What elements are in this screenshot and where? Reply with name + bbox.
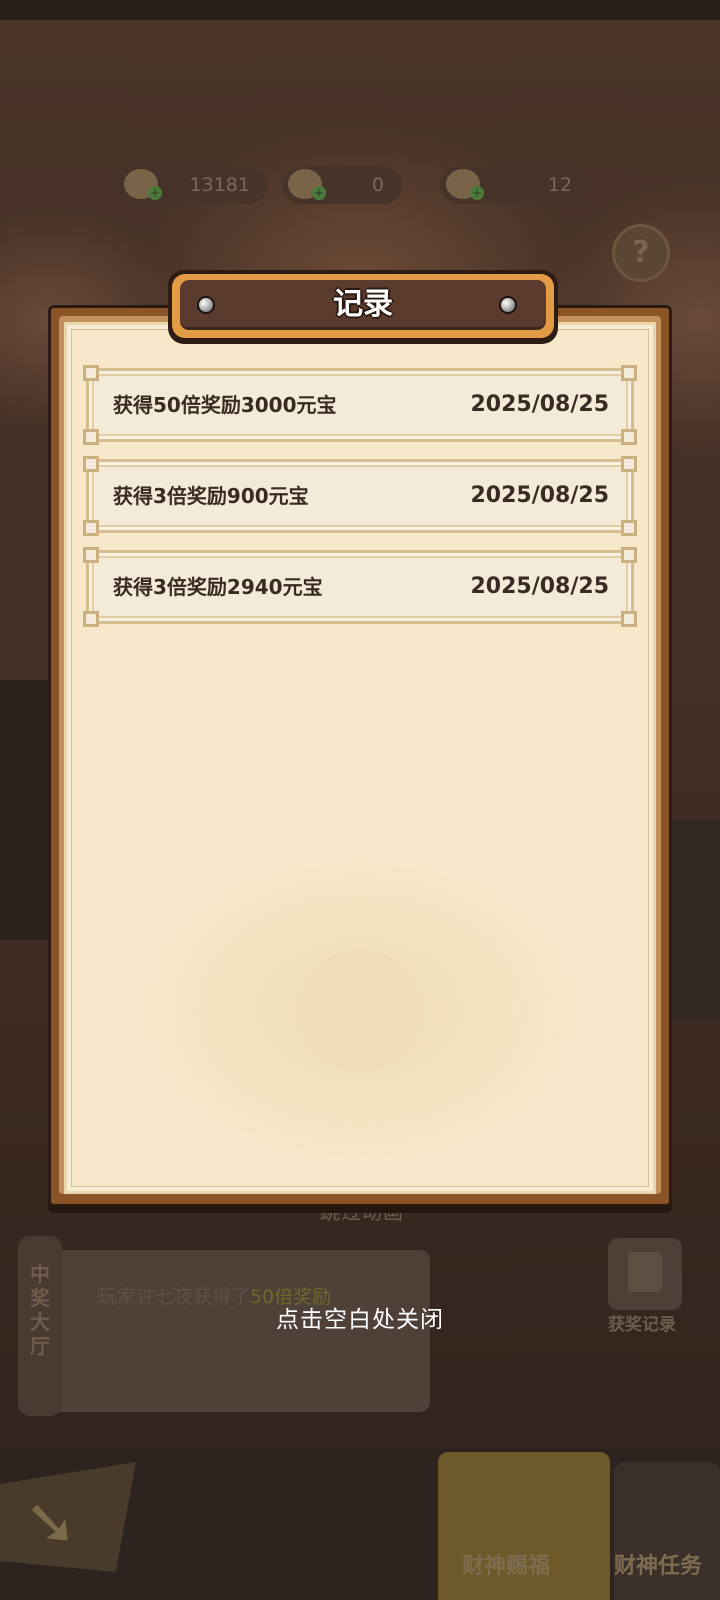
corner-ornament — [83, 520, 99, 536]
record-description: 获得3倍奖励2940元宝 — [113, 575, 323, 599]
record-date: 2025/08/25 — [470, 392, 609, 417]
corner-ornament — [621, 547, 637, 563]
record-date: 2025/08/25 — [470, 483, 609, 508]
dragon-watermark — [150, 860, 570, 1160]
corner-ornament — [621, 611, 637, 627]
record-row: 获得3倍奖励900元宝 2025/08/25 — [83, 456, 637, 536]
status-bar-area — [0, 0, 720, 20]
tap-outside-to-close-hint[interactable]: 点击空白处关闭 — [0, 1300, 720, 1334]
gold-ingot-counter: + 13181 — [118, 166, 268, 204]
record-date: 2025/08/25 — [470, 574, 609, 599]
corner-ornament — [83, 611, 99, 627]
coin-value: 0 — [371, 174, 384, 196]
add-icon: + — [312, 186, 326, 200]
corner-ornament — [621, 365, 637, 381]
background-figure-left — [0, 680, 48, 940]
record-row: 获得50倍奖励3000元宝 2025/08/25 — [83, 365, 637, 445]
back-arrow-icon: ➘ — [24, 1486, 78, 1560]
token-counter: + 12 — [440, 166, 590, 204]
coin-counter: + 0 — [282, 166, 402, 204]
add-icon: + — [148, 186, 162, 200]
corner-ornament — [83, 547, 99, 563]
corner-ornament — [621, 429, 637, 445]
help-button: ? — [612, 224, 670, 282]
tab-fortune-blessing-label: 财神赐福 — [462, 1554, 551, 1579]
record-description: 获得3倍奖励900元宝 — [113, 484, 309, 508]
add-icon: + — [470, 186, 484, 200]
tab-fortune-tasks-label: 财神任务 — [614, 1554, 703, 1579]
corner-ornament — [621, 520, 637, 536]
token-value: 12 — [547, 174, 572, 196]
modal-title: 记录 — [333, 287, 393, 322]
gold-ingot-value: 13181 — [189, 174, 250, 196]
corner-ornament — [621, 456, 637, 472]
scroll-icon — [628, 1252, 662, 1292]
record-description: 获得50倍奖励3000元宝 — [113, 393, 337, 417]
corner-ornament — [83, 456, 99, 472]
corner-ornament — [83, 429, 99, 445]
corner-ornament — [83, 365, 99, 381]
record-row: 获得3倍奖励2940元宝 2025/08/25 — [83, 547, 637, 627]
